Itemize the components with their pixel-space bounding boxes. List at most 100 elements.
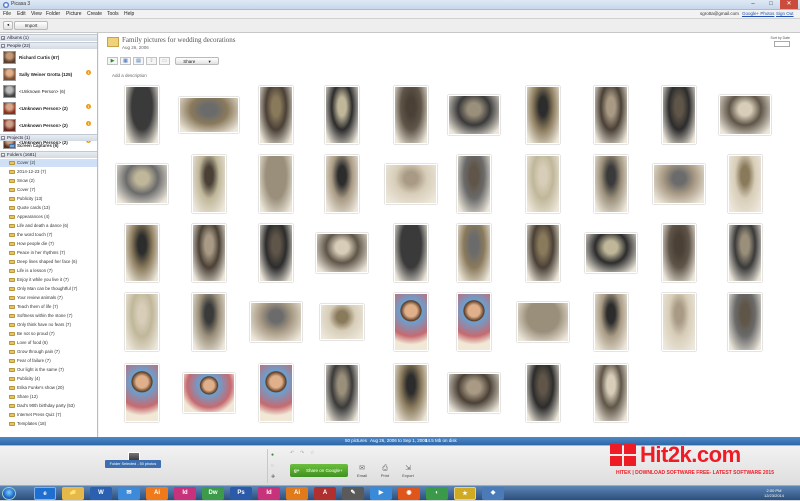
photo-thumbnail[interactable] xyxy=(594,364,628,422)
photo-thumbnail[interactable] xyxy=(192,224,226,282)
taskbar-app-icon[interactable]: ▶ xyxy=(370,487,392,500)
taskbar-app-icon[interactable]: 📁 xyxy=(62,487,84,500)
taskbar-app-icon[interactable]: ◆ xyxy=(482,487,504,500)
photo-thumbnail[interactable] xyxy=(192,293,226,351)
taskbar-app-icon[interactable]: ★ xyxy=(454,487,476,500)
upload-icon[interactable]: ⇪ xyxy=(146,57,157,65)
photo-thumbnail[interactable] xyxy=(594,86,628,144)
taskbar-app-icon[interactable]: Id xyxy=(258,487,280,500)
photo-thumbnail[interactable] xyxy=(125,224,159,282)
taskbar-app-icon[interactable]: W xyxy=(90,487,112,500)
menu-view[interactable]: View xyxy=(31,11,42,17)
taskbar-app-icon[interactable]: Id xyxy=(174,487,196,500)
taskbar-app-icon[interactable]: e xyxy=(34,487,56,500)
photo-thumbnail[interactable] xyxy=(594,293,628,351)
folder-item[interactable]: 2014-12-23 (7) xyxy=(0,168,97,176)
folder-item[interactable]: Fear of failure (7) xyxy=(0,357,97,365)
photo-thumbnail[interactable] xyxy=(325,155,359,213)
photo-thumbnail[interactable] xyxy=(457,155,491,213)
photo-thumbnail[interactable] xyxy=(316,233,368,273)
email-button[interactable]: ✉ Email xyxy=(352,464,372,482)
folder-item[interactable]: Share (12) xyxy=(0,393,97,401)
people-section[interactable]: − People (22) xyxy=(0,42,97,49)
photo-thumbnail[interactable] xyxy=(394,293,428,351)
folder-item[interactable]: Appearances (4) xyxy=(0,213,97,221)
rotate-right-icon[interactable]: ↷ xyxy=(300,450,304,456)
photo-thumbnail[interactable] xyxy=(325,364,359,422)
google-plus-photos-link[interactable]: Google+ Photos xyxy=(742,11,774,16)
photo-thumbnail[interactable] xyxy=(125,293,159,351)
folder-item[interactable]: How people die (7) xyxy=(0,240,97,248)
person-item[interactable]: Sally Weiner Grotta (125)! xyxy=(0,67,97,82)
system-clock[interactable]: 2:00 PM 12/23/2014 xyxy=(764,488,784,498)
photo-thumbnail[interactable] xyxy=(662,224,696,282)
taskbar-app-icon[interactable]: Ps xyxy=(230,487,252,500)
hold-icon[interactable]: ● xyxy=(271,452,274,458)
photo-thumbnail[interactable] xyxy=(125,364,159,422)
photo-thumbnail[interactable] xyxy=(116,164,168,204)
expand-icon[interactable]: + xyxy=(1,36,5,41)
photo-thumbnail[interactable] xyxy=(728,293,762,351)
folders-section[interactable]: − Folders (1681) xyxy=(0,151,97,158)
photo-thumbnail[interactable] xyxy=(125,86,159,144)
taskbar-app-icon[interactable]: ◐ xyxy=(426,487,448,500)
menu-create[interactable]: Create xyxy=(87,11,102,17)
album-description[interactable]: Add a description xyxy=(112,73,147,78)
photo-thumbnail[interactable] xyxy=(457,224,491,282)
photo-thumbnail[interactable] xyxy=(394,224,428,282)
movie-icon[interactable]: ▤ xyxy=(133,57,144,65)
photo-thumbnail[interactable] xyxy=(448,95,500,135)
photo-thumbnail[interactable] xyxy=(394,86,428,144)
photo-thumbnail[interactable] xyxy=(259,86,293,144)
photo-thumbnail[interactable] xyxy=(385,164,437,204)
photo-thumbnail[interactable] xyxy=(259,364,293,422)
photo-thumbnail[interactable] xyxy=(585,233,637,273)
photo-thumbnail[interactable] xyxy=(192,155,226,213)
photo-thumbnail[interactable] xyxy=(183,373,235,413)
photo-thumbnail[interactable] xyxy=(320,304,364,340)
photo-thumbnail[interactable] xyxy=(517,302,569,342)
folder-item[interactable]: Deep lines shaped her face (6) xyxy=(0,258,97,266)
folder-item[interactable]: Only Man can be thoughtful (7) xyxy=(0,285,97,293)
menu-tools[interactable]: Tools xyxy=(107,11,119,17)
folder-item[interactable]: Snow (2) xyxy=(0,177,97,185)
clear-icon[interactable]: ◌ xyxy=(271,463,274,469)
folder-item[interactable]: Internet Press Quiz (7) xyxy=(0,411,97,419)
folder-item[interactable]: Publicity (4) xyxy=(0,375,97,383)
photo-thumbnail[interactable] xyxy=(526,224,560,282)
projects-section[interactable]: − Projects (1) xyxy=(0,134,97,141)
folder-item[interactable]: Cover (2) xyxy=(0,159,97,167)
blog-icon[interactable]: ▭ xyxy=(159,57,170,65)
screen-captures-item[interactable]: Screen Captures (6) xyxy=(0,142,97,150)
menu-edit[interactable]: Edit xyxy=(17,11,26,17)
photo-thumbnail[interactable] xyxy=(259,155,293,213)
back-button[interactable]: ◂ xyxy=(3,21,13,30)
photo-thumbnail[interactable] xyxy=(448,373,500,413)
folder-item[interactable]: Erika Funke's show (20) xyxy=(0,384,97,392)
collage-icon[interactable]: ▦ xyxy=(120,57,131,65)
taskbar-app-icon[interactable]: ✎ xyxy=(342,487,364,500)
share-on-google-plus-button[interactable]: g+ Share on Google+ xyxy=(290,464,348,477)
photo-thumbnail[interactable] xyxy=(594,155,628,213)
person-item[interactable]: <Unknown Person> (2)! xyxy=(0,118,97,133)
photo-thumbnail[interactable] xyxy=(179,97,239,133)
folder-item[interactable]: Templates (18) xyxy=(0,420,97,428)
folder-item[interactable]: Our light is the same (7) xyxy=(0,366,97,374)
folder-item[interactable]: Life is a lesson (7) xyxy=(0,267,97,275)
photo-thumbnail[interactable] xyxy=(394,364,428,422)
photo-thumbnail[interactable] xyxy=(250,302,302,342)
photo-thumbnail[interactable] xyxy=(728,224,762,282)
minimize-button[interactable]: – xyxy=(744,0,762,9)
menu-help[interactable]: Help xyxy=(124,11,134,17)
photo-thumbnail[interactable] xyxy=(325,86,359,144)
folder-item[interactable]: Enjoy it while you live it (7) xyxy=(0,276,97,284)
albums-section[interactable]: + Albums (1) xyxy=(0,34,97,41)
photo-thumbnail[interactable] xyxy=(728,155,762,213)
folder-item[interactable]: Teach them of life (7) xyxy=(0,303,97,311)
menu-picture[interactable]: Picture xyxy=(66,11,82,17)
print-button[interactable]: ⎙ Print xyxy=(375,464,395,482)
share-button[interactable]: Share ▾ xyxy=(175,57,219,65)
photo-thumbnail[interactable] xyxy=(526,155,560,213)
folder-item[interactable]: Life and death a dance (6) xyxy=(0,222,97,230)
star-icon[interactable]: ☆ xyxy=(310,450,314,456)
